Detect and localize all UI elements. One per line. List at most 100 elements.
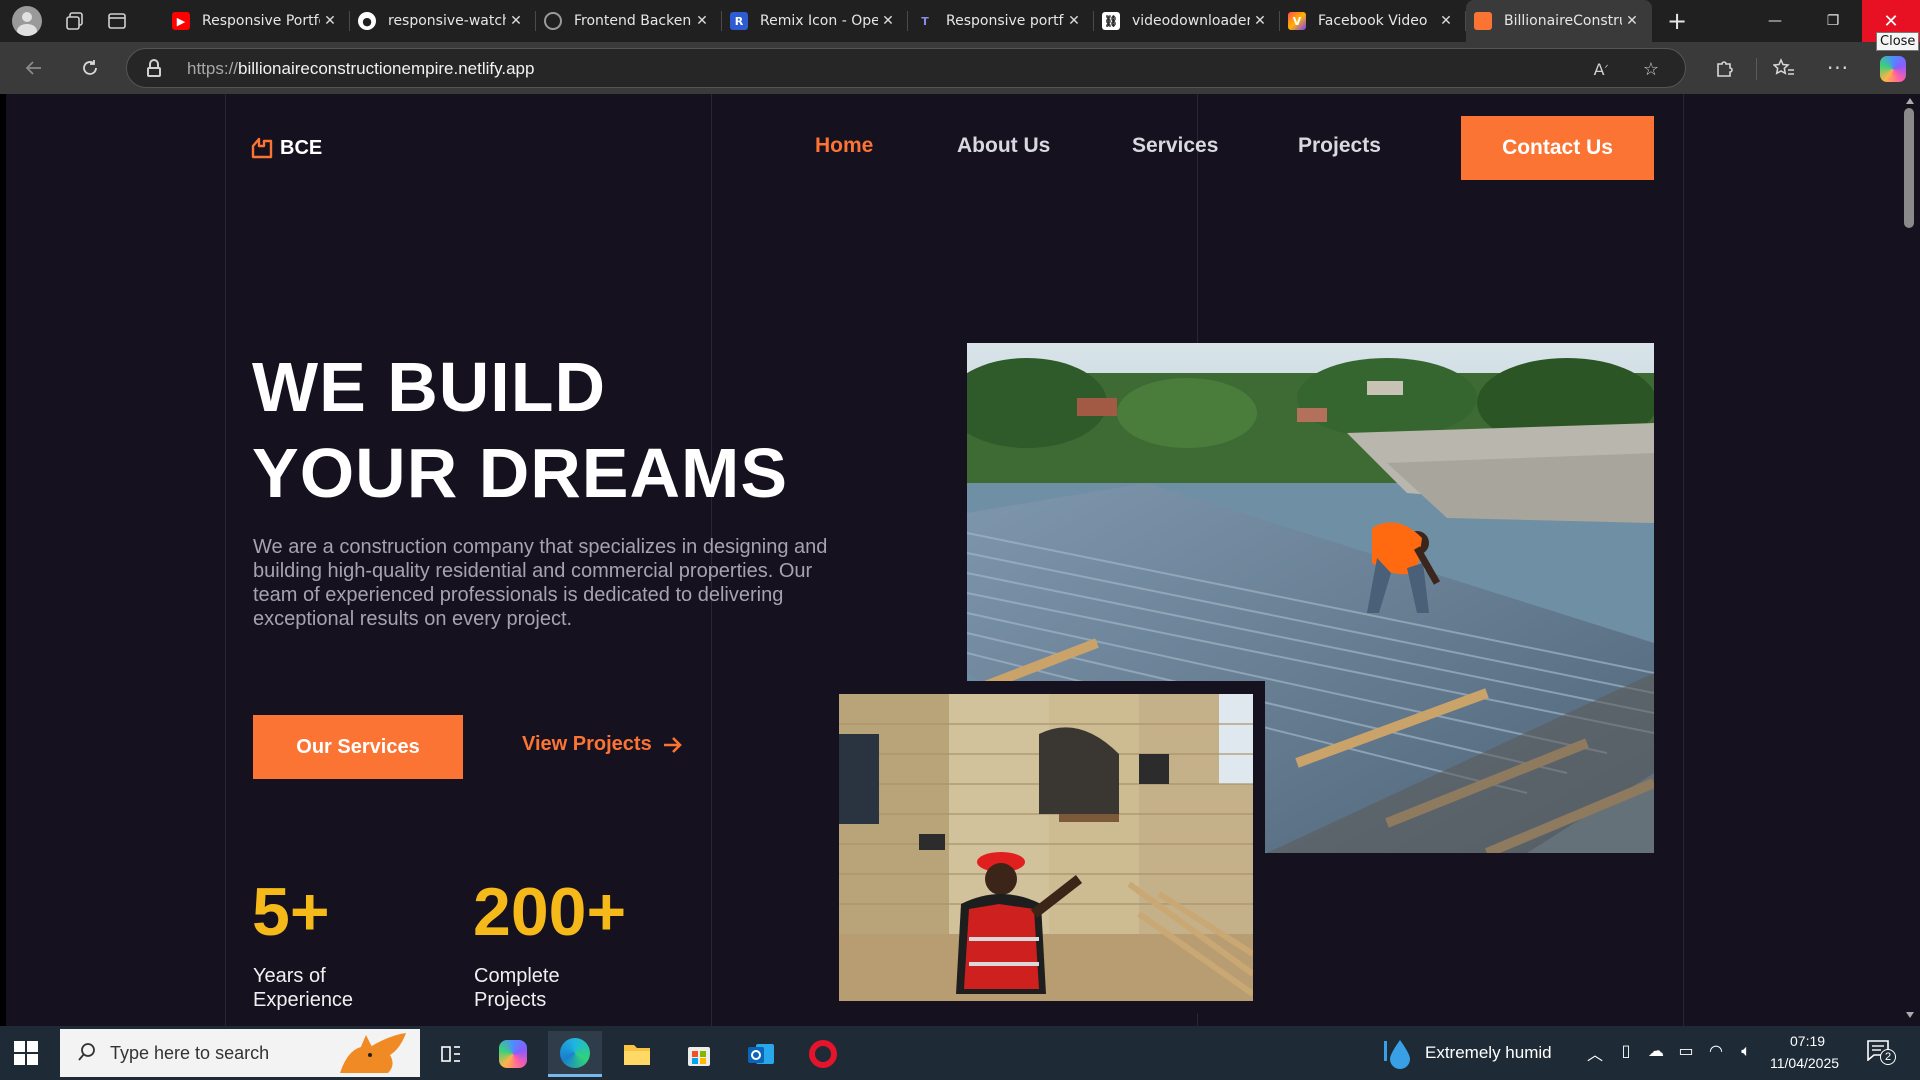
nav-about-us[interactable]: About Us xyxy=(957,134,1050,158)
refresh-button[interactable] xyxy=(72,50,108,86)
tab-responsive-portfolio-youtube[interactable]: ▶ Responsive Portfolio ✕ xyxy=(164,0,350,42)
taskbar-file-explorer[interactable] xyxy=(610,1031,664,1077)
battery-icon[interactable]: ▭ xyxy=(1676,1041,1696,1060)
close-icon[interactable]: ✕ xyxy=(1064,13,1084,29)
show-hidden-icons-chevron-icon[interactable]: ︿ xyxy=(1585,1041,1605,1065)
arrow-right-icon xyxy=(662,735,682,755)
address-bar[interactable]: https://billionaireconstructionempire.ne… xyxy=(126,48,1686,88)
workspaces-button[interactable] xyxy=(54,0,96,42)
taskbar-opera[interactable] xyxy=(796,1031,850,1077)
minimize-button[interactable]: — xyxy=(1746,0,1804,42)
extensions-button[interactable] xyxy=(1706,50,1742,86)
clock-date[interactable]: 11/04/2025 xyxy=(1770,1055,1839,1071)
windows-start-icon[interactable] xyxy=(14,1041,38,1065)
back-arrow-icon xyxy=(25,61,41,75)
wifi-icon[interactable]: ◠ xyxy=(1706,1041,1726,1060)
logo-house-icon xyxy=(250,136,274,160)
nav-services[interactable]: Services xyxy=(1132,134,1218,158)
tab-title: Responsive portfolio xyxy=(946,13,1064,29)
view-projects-label: View Projects xyxy=(522,733,652,755)
copilot-app-icon xyxy=(499,1040,527,1068)
stat-years-label: Years of Experience xyxy=(253,965,354,1011)
tab-frontend-backend[interactable]: Frontend Backend ✕ xyxy=(536,0,722,42)
favorites-button[interactable] xyxy=(1766,50,1802,86)
taskbar-store[interactable] xyxy=(672,1031,726,1077)
scroll-down-arrow-icon[interactable] xyxy=(1906,1012,1914,1018)
tab-videodownloader[interactable]: ⛓ videodownloader ✕ xyxy=(1094,0,1280,42)
weather-text[interactable]: Extremely humid xyxy=(1425,1043,1552,1063)
building-site-photo xyxy=(839,694,1253,1001)
tab-billionaire-construction[interactable]: BillionaireConstruction ✕ xyxy=(1466,0,1652,42)
new-tab-button[interactable]: + xyxy=(1664,0,1690,42)
close-icon[interactable]: ✕ xyxy=(692,13,712,29)
tab-facebook-video[interactable]: V Facebook Video ✕ xyxy=(1280,0,1466,42)
scroll-up-arrow-icon[interactable] xyxy=(1906,98,1914,104)
taskbar-outlook[interactable] xyxy=(734,1031,788,1077)
onedrive-cloud-icon[interactable]: ☁ xyxy=(1646,1041,1666,1060)
t-icon: T xyxy=(921,14,929,28)
scrollbar-thumb[interactable] xyxy=(1904,108,1914,228)
back-button[interactable] xyxy=(16,50,52,86)
taskbar-copilot[interactable] xyxy=(486,1031,540,1077)
github-icon: ● xyxy=(358,12,376,30)
taskbar-search-box[interactable]: Type here to search xyxy=(60,1029,420,1077)
settings-more-button[interactable]: ··· xyxy=(1820,50,1856,86)
nav-projects[interactable]: Projects xyxy=(1298,134,1381,158)
grid-line xyxy=(225,94,226,1026)
opera-icon xyxy=(809,1040,837,1068)
tab-title: videodownloader xyxy=(1132,13,1250,29)
close-icon[interactable]: ✕ xyxy=(506,13,526,29)
search-placeholder: Type here to search xyxy=(110,1043,270,1063)
nav-home[interactable]: Home xyxy=(815,134,873,158)
restore-button[interactable]: ❐ xyxy=(1804,0,1862,42)
fox-highlight-icon xyxy=(340,1033,406,1073)
profile-avatar-icon xyxy=(12,6,42,36)
remix-icon: R xyxy=(730,12,748,30)
globe-icon xyxy=(544,12,562,30)
vertical-tabs-button[interactable] xyxy=(96,0,138,42)
tab-title: Remix Icon - Open xyxy=(760,13,878,29)
tab-responsive-portfolio[interactable]: T Responsive portfolio ✕ xyxy=(908,0,1094,42)
copilot-icon[interactable] xyxy=(1880,56,1906,82)
tab-title: responsive-watch xyxy=(388,13,506,29)
close-tooltip: Close xyxy=(1876,32,1920,51)
stat-projects-value: 200+ xyxy=(473,874,627,950)
hero-title-line-1: WE BUILD xyxy=(252,348,607,426)
device-icon[interactable]: ▯ xyxy=(1616,1041,1636,1060)
our-services-button[interactable]: Our Services xyxy=(253,715,463,779)
folder-icon xyxy=(624,1045,650,1065)
lock-icon[interactable] xyxy=(147,59,161,77)
logo-text: BCE xyxy=(280,136,323,159)
notification-center-button[interactable]: 2 xyxy=(1866,1039,1896,1065)
close-icon[interactable]: ✕ xyxy=(1436,13,1456,29)
refresh-icon xyxy=(83,60,97,75)
taskbar-edge[interactable] xyxy=(548,1031,602,1077)
youtube-icon: ▶ xyxy=(172,12,190,30)
task-view-button[interactable] xyxy=(424,1031,478,1077)
close-icon[interactable]: ✕ xyxy=(878,13,898,29)
view-projects-link[interactable]: View Projects xyxy=(522,733,682,756)
volume-icon[interactable]: 🔈︎ xyxy=(1736,1041,1756,1061)
toolbar-divider xyxy=(1756,58,1757,80)
favorite-star-icon[interactable]: ☆ xyxy=(1637,57,1665,81)
link-icon: ⛓ xyxy=(1102,12,1120,30)
close-icon[interactable]: ✕ xyxy=(320,13,340,29)
close-icon[interactable]: ✕ xyxy=(1622,13,1642,29)
url-text[interactable]: https://billionaireconstructionempire.ne… xyxy=(187,59,534,79)
contact-us-button[interactable]: Contact Us xyxy=(1461,116,1654,180)
tab-title: Facebook Video xyxy=(1318,13,1428,29)
close-icon[interactable]: ✕ xyxy=(1250,13,1270,29)
site-logo[interactable]: BCE xyxy=(250,136,322,160)
profile-button[interactable] xyxy=(0,0,54,42)
tab-remix-icon[interactable]: R Remix Icon - Open ✕ xyxy=(722,0,908,42)
browser-tab-strip: ▶ Responsive Portfolio ✕ ● responsive-wa… xyxy=(0,0,1920,42)
tab-responsive-watch[interactable]: ● responsive-watch ✕ xyxy=(350,0,536,42)
read-aloud-icon[interactable]: Aᐟ xyxy=(1587,57,1615,81)
clock-time[interactable]: 07:19 xyxy=(1790,1033,1825,1049)
hero-title-line-2: YOUR DREAMS xyxy=(252,434,789,512)
hero-description: We are a construction company that speci… xyxy=(253,536,828,630)
windows-taskbar: Type here to search Extremely humid ︿ ▯ … xyxy=(0,1026,1920,1080)
tab-title: BillionaireConstruction xyxy=(1504,13,1622,29)
page-scrollbar[interactable] xyxy=(1896,94,1920,1026)
search-icon xyxy=(78,1043,95,1061)
